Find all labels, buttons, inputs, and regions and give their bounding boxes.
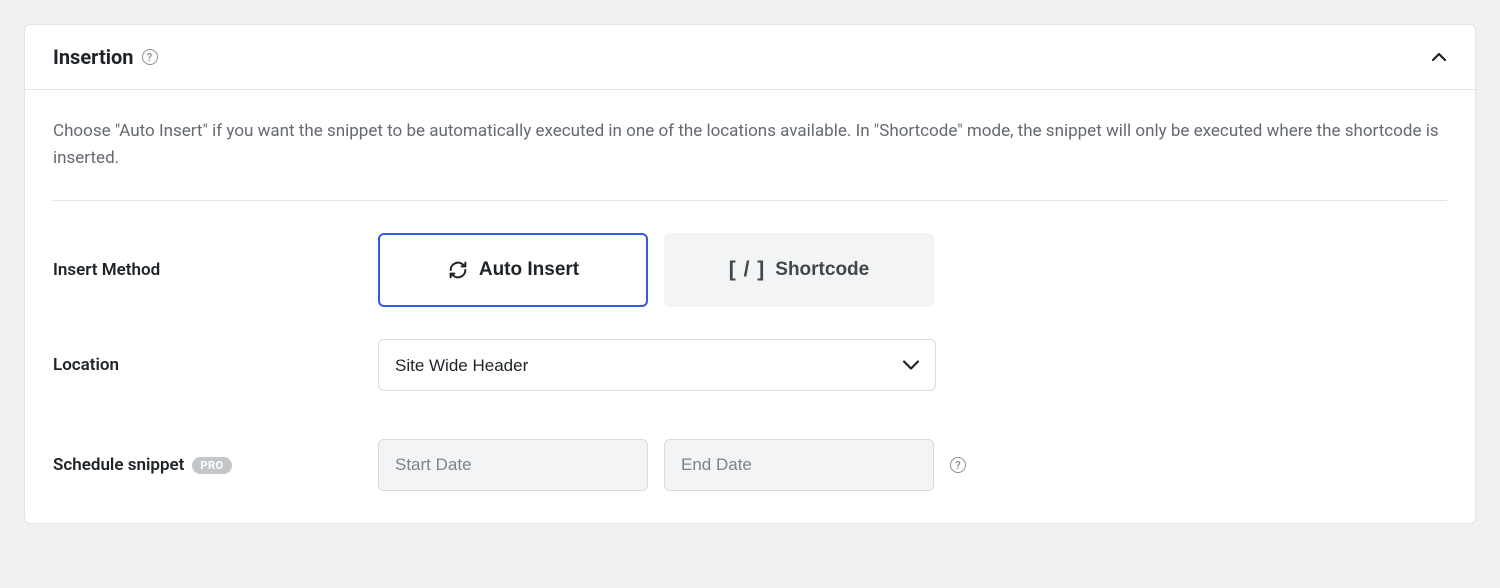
schedule-label-wrap: Schedule snippet PRO: [53, 455, 378, 475]
auto-insert-button[interactable]: Auto Insert: [378, 233, 648, 307]
location-select-wrap: Site Wide Header: [378, 339, 936, 391]
panel-title-wrap: Insertion ?: [53, 45, 158, 69]
insert-method-label: Insert Method: [53, 260, 378, 280]
insertion-panel: Insertion ? Choose "Auto Insert" if you …: [24, 24, 1476, 524]
location-control: Site Wide Header: [378, 339, 936, 391]
help-icon[interactable]: ?: [950, 457, 966, 473]
shortcode-label: Shortcode: [775, 259, 869, 281]
shortcode-icon: [ / ]: [729, 258, 766, 282]
start-date-input[interactable]: [378, 439, 648, 491]
help-icon[interactable]: ?: [142, 49, 158, 65]
insert-method-row: Insert Method Auto Insert [ / ]: [53, 233, 1447, 307]
panel-title: Insertion: [53, 45, 134, 69]
schedule-row: Schedule snippet PRO ?: [53, 439, 1447, 491]
auto-insert-label: Auto Insert: [479, 259, 579, 281]
schedule-label: Schedule snippet: [53, 455, 184, 475]
pro-badge: PRO: [192, 457, 231, 474]
end-date-input[interactable]: [664, 439, 934, 491]
panel-description: Choose "Auto Insert" if you want the sni…: [53, 118, 1447, 172]
divider: [53, 200, 1447, 201]
location-select[interactable]: Site Wide Header: [378, 339, 936, 391]
schedule-control: ?: [378, 439, 966, 491]
location-row: Location Site Wide Header: [53, 339, 1447, 391]
insert-method-control: Auto Insert [ / ] Shortcode: [378, 233, 934, 307]
refresh-icon: [447, 259, 469, 281]
panel-header[interactable]: Insertion ?: [25, 25, 1475, 90]
panel-body: Choose "Auto Insert" if you want the sni…: [25, 90, 1475, 523]
shortcode-button[interactable]: [ / ] Shortcode: [664, 233, 934, 307]
chevron-up-icon[interactable]: [1431, 49, 1447, 65]
location-label: Location: [53, 355, 378, 375]
